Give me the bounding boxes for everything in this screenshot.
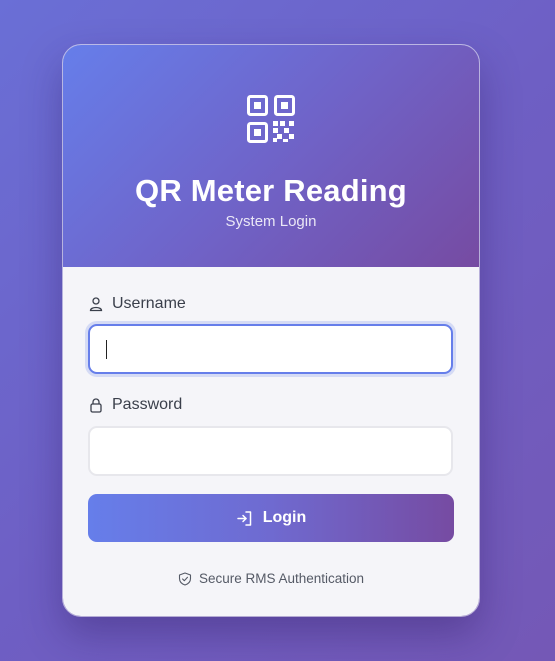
app-subtitle: System Login [225,213,317,230]
sign-in-icon [236,510,251,526]
app-title: QR Meter Reading [135,173,407,208]
lock-icon [90,398,102,413]
secure-auth-note: Secure RMS Authentication [63,571,479,586]
username-input[interactable] [88,324,453,374]
qr-code-icon [247,95,295,143]
username-label-text: Username [112,295,186,312]
text-caret [106,340,107,359]
login-header: QR Meter Reading System Login [63,45,479,267]
password-input[interactable] [88,426,453,476]
user-icon [89,297,103,312]
shield-check-icon [178,571,192,586]
password-label-text: Password [112,396,183,413]
username-label: Username [88,295,186,313]
login-button-label: Login [262,509,307,526]
login-card: QR Meter Reading System Login Username P… [62,44,480,617]
password-label: Password [88,396,182,414]
secure-auth-text: Secure RMS Authentication [198,571,365,586]
login-button[interactable]: Login [88,494,454,542]
